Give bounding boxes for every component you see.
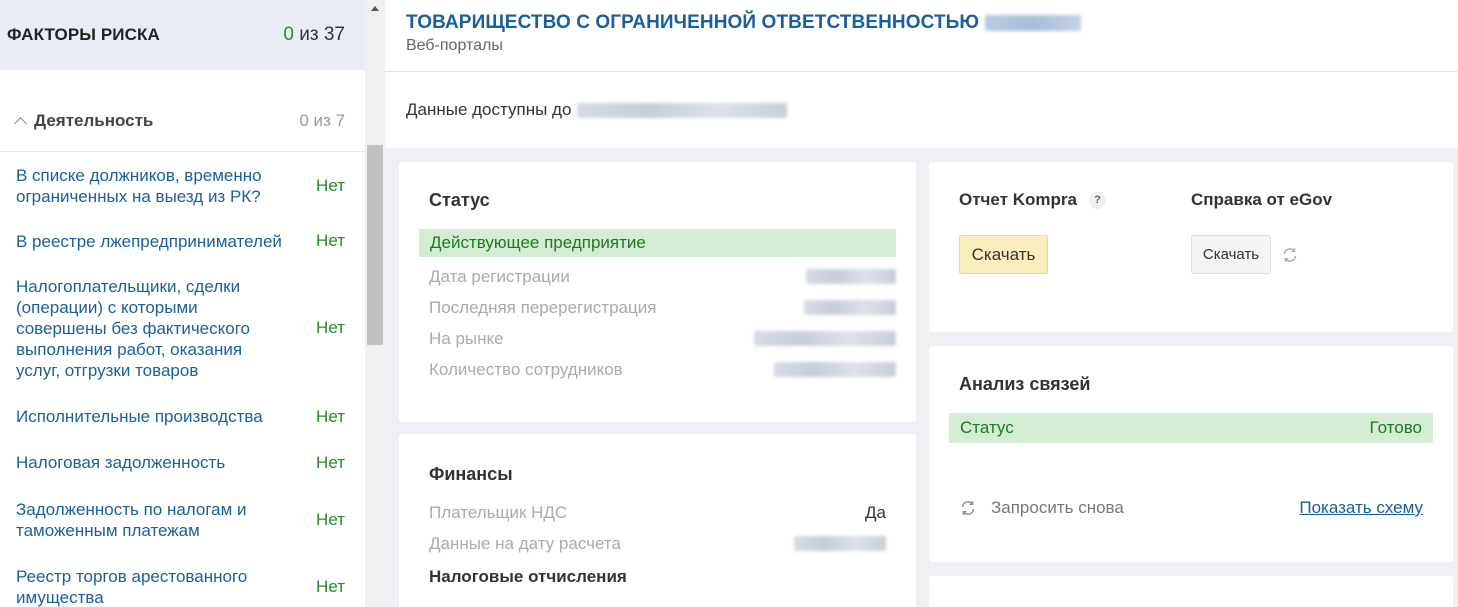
show-scheme-link[interactable]: Показать схему (1299, 498, 1423, 518)
request-again-label: Запросить снова (991, 498, 1124, 517)
next-card (929, 576, 1453, 607)
registration-date-row: Дата регистрации (429, 261, 896, 292)
section-activity-count: 0 из 7 (299, 111, 345, 130)
sidebar-scrollbar[interactable] (365, 0, 385, 607)
vat-payer-label: Плательщик НДС (429, 502, 568, 522)
risk-count-total: из 37 (299, 24, 345, 45)
status-badge: Действующее предприятие (419, 229, 896, 257)
redacted-value (774, 362, 896, 377)
risk-item[interactable]: Налогоплательщики, сделки (операции) с к… (0, 262, 365, 394)
finance-card-title: Финансы (429, 464, 513, 484)
risk-item[interactable]: В списке должников, временно ограниченны… (0, 152, 365, 220)
risk-item-value: Нет (316, 406, 345, 426)
risk-item-value: Нет (316, 231, 345, 250)
section-activity-title: Деятельность (34, 111, 154, 130)
egov-report-label: Справка от eGov (1191, 190, 1333, 209)
risk-item-label: В списке должников, временно ограниченны… (16, 166, 262, 206)
risk-item-value: Нет (316, 176, 345, 195)
kompra-report: Отчет Kompra ? Скачать (959, 190, 1191, 274)
relations-status-label: Статус (960, 418, 1014, 437)
kompra-download-button[interactable]: Скачать (959, 235, 1048, 274)
calc-date-row: Данные на дату расчета (429, 528, 886, 559)
chevron-up-icon (14, 117, 27, 130)
finance-card: Финансы Плательщик НДС Да Данные на дату… (399, 434, 916, 607)
relations-card-title: Анализ связей (959, 374, 1091, 394)
risk-item[interactable]: Исполнительные производства Нет (0, 394, 365, 439)
reports-card: Отчет Kompra ? Скачать Справка от eGov С… (929, 162, 1453, 332)
scroll-up-arrow-icon[interactable] (371, 6, 379, 11)
on-market-label: На рынке (429, 328, 504, 348)
egov-download-button[interactable]: Скачать (1191, 235, 1271, 274)
company-title: ТОВАРИЩЕСТВО С ОГРАНИЧЕННОЙ ОТВЕТСТВЕННО… (406, 12, 1437, 34)
company-subtitle: Веб-порталы (406, 37, 503, 54)
relations-card: Анализ связей Статус Готово Запросить сн… (929, 346, 1453, 562)
section-activity-toggle[interactable]: Деятельность 0 из 7 (0, 70, 365, 152)
risk-item-value: Нет (316, 318, 345, 337)
risk-item[interactable]: Налоговая задолженность Нет (0, 439, 365, 486)
risk-item-label: Налоговая задолженность (16, 453, 226, 472)
redacted-value (806, 269, 896, 284)
reregistration-label: Последняя перерегистрация (429, 297, 657, 317)
scroll-thumb[interactable] (367, 145, 383, 345)
on-market-row: На рынке (429, 323, 896, 354)
availability-label: Данные доступны до (406, 100, 572, 119)
risk-item-value: Нет (316, 452, 345, 472)
redacted-company-name (985, 15, 1082, 31)
risk-item-label: Исполнительные производства (16, 407, 263, 426)
risk-item[interactable]: В реестре лжепредпринимателей Нет (0, 220, 365, 262)
company-name: ТОВАРИЩЕСТВО С ОГРАНИЧЕННОЙ ОТВЕТСТВЕННО… (406, 12, 980, 33)
risk-factors-sidebar: ФАКТОРЫ РИСКА 0 из 37 Деятельность 0 из … (0, 0, 365, 607)
kompra-report-label: Отчет Kompra (959, 190, 1077, 209)
refresh-icon[interactable] (1281, 246, 1299, 264)
risk-item-value: Нет (316, 576, 345, 596)
main-content: ТОВАРИЩЕСТВО С ОГРАНИЧЕННОЙ ОТВЕТСТВЕННО… (385, 0, 1458, 607)
risk-item[interactable]: Задолженность по налогам и таможенным пл… (0, 486, 365, 553)
relations-status-bar: Статус Готово (949, 413, 1433, 443)
egov-report: Справка от eGov Скачать (1191, 190, 1423, 274)
redacted-value (754, 331, 896, 346)
risk-item-label: Реестр торгов арестованного имущества (16, 566, 248, 607)
help-icon[interactable]: ? (1088, 191, 1106, 209)
registration-date-label: Дата регистрации (429, 266, 570, 286)
request-again-button[interactable]: Запросить снова (959, 498, 1124, 518)
risk-count-found: 0 (283, 24, 294, 45)
reregistration-row: Последняя перерегистрация (429, 292, 896, 323)
risk-list: В списке должников, временно ограниченны… (0, 152, 365, 607)
vat-payer-row: Плательщик НДС Да (429, 497, 886, 528)
risk-factors-title: ФАКТОРЫ РИСКА (7, 25, 160, 44)
redacted-value (804, 300, 896, 315)
status-card: Статус Действующее предприятие Дата реги… (399, 162, 916, 422)
risk-factors-count: 0 из 37 (283, 24, 345, 46)
calc-date-label: Данные на дату расчета (429, 533, 621, 553)
company-header: ТОВАРИЩЕСТВО С ОГРАНИЧЕННОЙ ОТВЕТСТВЕННО… (385, 0, 1458, 72)
risk-item-label: В реестре лжепредпринимателей (16, 231, 282, 251)
refresh-icon (959, 499, 977, 517)
risk-item-label: Налогоплательщики, сделки (операции) с к… (16, 276, 250, 380)
redacted-value (794, 536, 886, 551)
availability-bar: Данные доступны до (385, 72, 1458, 148)
status-card-title: Статус (429, 190, 490, 210)
employees-label: Количество сотрудников (429, 359, 623, 379)
employees-row: Количество сотрудников (429, 354, 896, 385)
risk-factors-header: ФАКТОРЫ РИСКА 0 из 37 (0, 0, 365, 70)
tax-payments-heading: Налоговые отчисления (429, 567, 627, 586)
vat-payer-value: Да (865, 502, 886, 522)
redacted-availability-date (577, 102, 788, 118)
risk-item-value: Нет (316, 509, 345, 529)
relations-status-value: Готово (1369, 418, 1423, 437)
risk-item-label: Задолженность по налогам и таможенным пл… (16, 499, 247, 540)
risk-item[interactable]: Реестр торгов арестованного имущества Не… (0, 553, 365, 607)
